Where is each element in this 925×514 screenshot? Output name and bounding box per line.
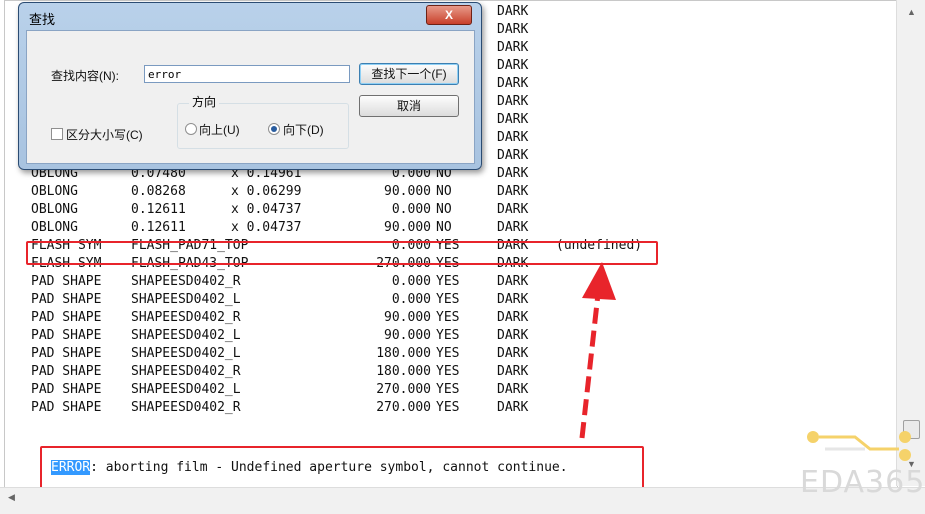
row-name: SHAPEESD0402_R bbox=[131, 310, 241, 325]
row-polarity: DARK bbox=[497, 58, 529, 73]
dialog-title: 查找 bbox=[29, 12, 56, 27]
row-polarity: DARK bbox=[497, 346, 529, 361]
row-type: PAD SHAPE bbox=[31, 382, 102, 397]
row-polarity: DARK bbox=[497, 184, 529, 199]
row-flag: NO bbox=[436, 202, 452, 217]
circuit-logo-icon bbox=[807, 431, 911, 461]
row-flag: NO bbox=[436, 220, 452, 235]
row-name: SHAPEESD0402_L bbox=[131, 382, 241, 397]
row-polarity: DARK bbox=[497, 40, 529, 55]
row-flag: YES bbox=[436, 364, 460, 379]
row-type: PAD SHAPE bbox=[31, 346, 102, 361]
row-type: PAD SHAPE bbox=[31, 364, 102, 379]
row-flag: YES bbox=[436, 274, 460, 289]
row-flag: YES bbox=[436, 346, 460, 361]
vertical-scrollbar[interactable]: ▲ ▼ bbox=[896, 0, 925, 486]
find-what-input[interactable]: error bbox=[144, 65, 350, 83]
row-rotation: 0.000 bbox=[391, 292, 431, 307]
row-rotation: 0.000 bbox=[391, 202, 431, 217]
dialog-body: 查找内容(N): error 查找下一个(F) 取消 方向 向上(U) 向下(D… bbox=[26, 30, 475, 164]
row-polarity: DARK bbox=[497, 382, 529, 397]
find-what-label: 查找内容(N): bbox=[51, 69, 119, 83]
match-case-checkbox[interactable] bbox=[51, 128, 63, 140]
row-name: SHAPEESD0402_R bbox=[131, 274, 241, 289]
row-polarity: DARK bbox=[497, 130, 529, 145]
row-flag: YES bbox=[436, 328, 460, 343]
direction-up-label: 向上(U) bbox=[199, 123, 240, 137]
row-name: 0.12611 bbox=[131, 220, 186, 235]
error-message-highlight-box bbox=[40, 446, 644, 492]
row-size: x 0.06299 bbox=[231, 184, 302, 199]
row-polarity: DARK bbox=[497, 310, 529, 325]
row-rotation: 180.000 bbox=[376, 364, 431, 379]
row-type: OBLONG bbox=[31, 184, 78, 199]
row-type: PAD SHAPE bbox=[31, 292, 102, 307]
row-name: SHAPEESD0402_R bbox=[131, 364, 241, 379]
row-rotation: 90.000 bbox=[384, 328, 431, 343]
row-rotation: 270.000 bbox=[376, 400, 431, 415]
row-polarity: DARK bbox=[497, 112, 529, 127]
row-flag: NO bbox=[436, 184, 452, 199]
row-name: SHAPEESD0402_L bbox=[131, 346, 241, 361]
row-size: x 0.04737 bbox=[231, 202, 302, 217]
row-type: PAD SHAPE bbox=[31, 274, 102, 289]
row-polarity: DARK bbox=[497, 94, 529, 109]
close-button[interactable]: X bbox=[426, 5, 472, 25]
direction-up-radio[interactable] bbox=[185, 123, 197, 135]
row-polarity: DARK bbox=[497, 166, 529, 181]
row-rotation: 90.000 bbox=[384, 184, 431, 199]
row-rotation: 180.000 bbox=[376, 346, 431, 361]
row-polarity: DARK bbox=[497, 148, 529, 163]
watermark-text: EDA365 bbox=[800, 465, 925, 500]
row-flag: YES bbox=[436, 310, 460, 325]
cancel-button[interactable]: 取消 bbox=[359, 95, 459, 117]
row-name: SHAPEESD0402_L bbox=[131, 328, 241, 343]
row-type: PAD SHAPE bbox=[31, 400, 102, 415]
row-rotation: 270.000 bbox=[376, 382, 431, 397]
row-rotation: 90.000 bbox=[384, 220, 431, 235]
direction-down-radio[interactable] bbox=[268, 123, 280, 135]
scroll-left-arrow-icon[interactable]: ◀ bbox=[8, 492, 15, 503]
row-rotation: 0.000 bbox=[391, 274, 431, 289]
undefined-row-highlight-box bbox=[26, 241, 658, 265]
direction-label: 方向 bbox=[189, 93, 220, 110]
row-flag: YES bbox=[436, 382, 460, 397]
row-polarity: DARK bbox=[497, 22, 529, 37]
direction-down-label: 向下(D) bbox=[283, 123, 324, 137]
row-polarity: DARK bbox=[497, 76, 529, 91]
row-polarity: DARK bbox=[497, 364, 529, 379]
row-rotation: 90.000 bbox=[384, 310, 431, 325]
row-polarity: DARK bbox=[497, 292, 529, 307]
scroll-up-arrow-icon[interactable]: ▲ bbox=[897, 4, 925, 20]
match-case-label: 区分大小写(C) bbox=[66, 128, 143, 142]
row-polarity: DARK bbox=[497, 328, 529, 343]
row-name: 0.12611 bbox=[131, 202, 186, 217]
row-polarity: DARK bbox=[497, 220, 529, 235]
row-size: x 0.04737 bbox=[231, 220, 302, 235]
row-name: SHAPEESD0402_R bbox=[131, 400, 241, 415]
eda365-watermark: EDA365 bbox=[785, 425, 925, 505]
row-type: OBLONG bbox=[31, 202, 78, 217]
row-type: PAD SHAPE bbox=[31, 328, 102, 343]
row-polarity: DARK bbox=[497, 202, 529, 217]
row-type: OBLONG bbox=[31, 220, 78, 235]
row-polarity: DARK bbox=[497, 274, 529, 289]
find-dialog: 查找 X 查找内容(N): error 查找下一个(F) 取消 方向 向上(U)… bbox=[18, 2, 482, 170]
row-name: 0.08268 bbox=[131, 184, 186, 199]
row-polarity: DARK bbox=[497, 400, 529, 415]
row-polarity: DARK bbox=[497, 4, 529, 19]
row-type: PAD SHAPE bbox=[31, 310, 102, 325]
row-name: SHAPEESD0402_L bbox=[131, 292, 241, 307]
row-flag: YES bbox=[436, 400, 460, 415]
find-next-button[interactable]: 查找下一个(F) bbox=[359, 63, 459, 85]
row-flag: YES bbox=[436, 292, 460, 307]
